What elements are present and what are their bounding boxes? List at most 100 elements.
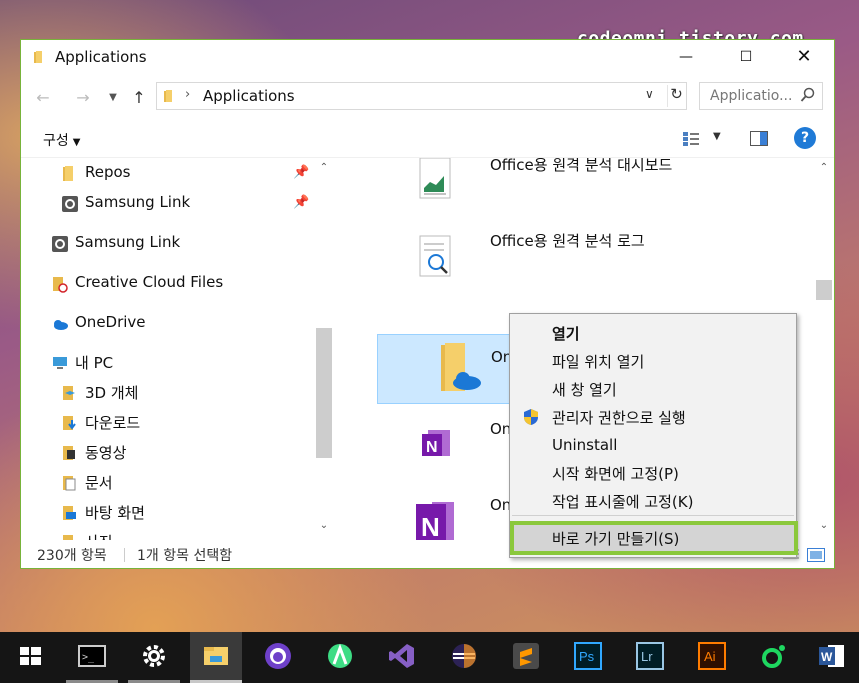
desktop-icon [63, 506, 76, 520]
file-list-scrollbar[interactable]: ⌃ ⌄ [814, 158, 834, 540]
pin-icon[interactable]: 📌 [293, 165, 309, 180]
file-explorer-icon [204, 647, 228, 665]
menu-item-open-file-location[interactable]: 파일 위치 열기 [510, 348, 796, 374]
samsung-link-icon [62, 196, 78, 212]
title-bar[interactable]: Applications — ☐ ✕ [21, 40, 834, 76]
menu-item-open-new-window[interactable]: 새 창 열기 [510, 376, 796, 402]
taskbar-android-studio[interactable] [314, 632, 366, 683]
nav-item-label: 바탕 화면 [85, 504, 145, 522]
android-studio-icon [328, 643, 352, 668]
caret-down-icon: ▼ [72, 137, 81, 148]
start-button[interactable] [4, 632, 56, 683]
uac-shield-icon [524, 409, 538, 425]
menu-item-label: 작업 표시줄에 고정(K) [552, 493, 694, 511]
sublime-text-icon [513, 643, 539, 669]
menu-item-uninstall[interactable]: Uninstall [510, 433, 796, 459]
settings-icon [143, 645, 165, 667]
nav-item-label: 내 PC [75, 354, 114, 372]
terminal-icon: >_ [78, 645, 106, 667]
scroll-down-icon[interactable]: ⌄ [816, 520, 832, 531]
taskbar-word[interactable]: W [806, 632, 858, 683]
menu-item-create-shortcut[interactable]: 바로 가기 만들기(S) [510, 521, 798, 555]
navigation-pane: Repos 📌 Samsung Link 📌 Samsung Link Crea… [21, 158, 333, 540]
lightroom-label: Lr [641, 649, 653, 664]
nav-item-label: 문서 [85, 474, 113, 492]
recent-locations-button[interactable]: ▼ [101, 86, 125, 110]
pin-icon[interactable]: 📌 [293, 195, 309, 210]
taskbar-illustrator[interactable]: Ai [686, 632, 738, 683]
context-menu: 열기 파일 위치 열기 새 창 열기 관리자 권한으로 실행 Uninstall… [509, 313, 798, 558]
address-bar[interactable]: › Applications ∨ ↻ [156, 82, 687, 110]
taskbar-sublime-text[interactable] [500, 632, 552, 683]
taskbar-eclipse[interactable] [438, 632, 490, 683]
command-bar: 구성 ▼ ▼ ? [21, 124, 834, 154]
menu-item-open[interactable]: 열기 [510, 320, 796, 346]
large-icons-view-icon[interactable] [807, 548, 825, 562]
taskbar-visual-studio[interactable] [376, 632, 428, 683]
forward-button[interactable]: → [71, 86, 95, 110]
menu-item-pin-to-taskbar[interactable]: 작업 표시줄에 고정(K) [510, 488, 796, 514]
nav-item-label: 사진 [85, 531, 113, 540]
taskbar-terminal[interactable]: >_ [66, 632, 118, 683]
menu-item-label: 열기 [552, 325, 580, 343]
github-desktop-icon [265, 643, 291, 669]
up-button[interactable]: ↑ [127, 86, 151, 110]
help-icon[interactable]: ? [794, 127, 816, 149]
taskbar-photoshop[interactable]: Ps [562, 632, 614, 683]
folder-icon [164, 90, 172, 102]
search-placeholder: Applicatio... [710, 88, 793, 104]
view-caret-icon[interactable]: ▼ [713, 131, 721, 142]
nav-item-label: Samsung Link [85, 193, 191, 211]
back-button[interactable]: ← [31, 86, 55, 110]
svg-text:>_: >_ [82, 652, 95, 663]
word-label: W [821, 650, 833, 664]
refresh-button[interactable]: ↻ [667, 85, 685, 107]
chevron-down-icon[interactable]: ∨ [645, 87, 654, 101]
file-item[interactable]: Office용 원격 분석 로그 [356, 230, 668, 300]
taskbar-file-explorer[interactable] [190, 632, 242, 683]
nav-scrollbar[interactable]: ⌃ ⌄ [315, 158, 333, 540]
illustrator-label: Ai [704, 649, 716, 664]
menu-item-label: 관리자 권한으로 실행 [552, 409, 686, 427]
view-options-icon[interactable] [683, 132, 699, 146]
pc-icon [53, 357, 67, 369]
scroll-up-icon[interactable]: ⌃ [316, 162, 332, 173]
scrollbar-thumb[interactable] [816, 280, 832, 300]
pictures-icon [63, 535, 73, 540]
scroll-down-icon[interactable]: ⌄ [316, 520, 332, 531]
folder-icon [63, 166, 73, 181]
scrollbar-thumb[interactable] [316, 328, 332, 458]
breadcrumb[interactable]: Applications [203, 87, 295, 105]
selection-count: 1개 항목 선택함 [137, 548, 233, 564]
documents-icon [63, 476, 76, 491]
menu-item-run-as-admin[interactable]: 관리자 권한으로 실행 [510, 404, 796, 430]
visual-studio-icon [389, 644, 414, 668]
taskbar-github-desktop[interactable] [252, 632, 304, 683]
illustrator-icon: Ai [698, 642, 726, 670]
photoshop-label: Ps [579, 649, 595, 664]
onedrive-folder-icon [441, 343, 481, 391]
lightroom-icon: Lr [636, 642, 664, 670]
file-item[interactable]: Office용 원격 분석 대시보드 [356, 158, 672, 224]
search-icon[interactable] [800, 87, 816, 103]
taskbar: >_ Ps Lr Ai W [0, 632, 859, 683]
minimize-button[interactable]: — [669, 46, 703, 68]
organize-button[interactable]: 구성 ▼ [43, 130, 80, 150]
scroll-up-icon[interactable]: ⌃ [816, 162, 832, 173]
onedrive-icon [54, 320, 68, 330]
menu-item-label: Uninstall [552, 436, 618, 454]
menu-separator [512, 515, 794, 516]
folder-icon [34, 51, 42, 63]
taskbar-lightroom[interactable]: Lr [624, 632, 676, 683]
maximize-button[interactable]: ☐ [729, 46, 763, 68]
taskbar-spotify[interactable] [748, 632, 800, 683]
preview-pane-icon[interactable] [750, 131, 768, 146]
search-input[interactable]: Applicatio... [699, 82, 823, 110]
breadcrumb-separator[interactable]: › [185, 87, 190, 102]
close-button[interactable]: ✕ [787, 46, 821, 68]
menu-item-pin-to-start[interactable]: 시작 화면에 고정(P) [510, 460, 796, 486]
nav-item-label: Repos [85, 163, 131, 181]
log-doc-icon [419, 235, 451, 277]
start-icon [20, 647, 41, 665]
taskbar-settings[interactable] [128, 632, 180, 683]
